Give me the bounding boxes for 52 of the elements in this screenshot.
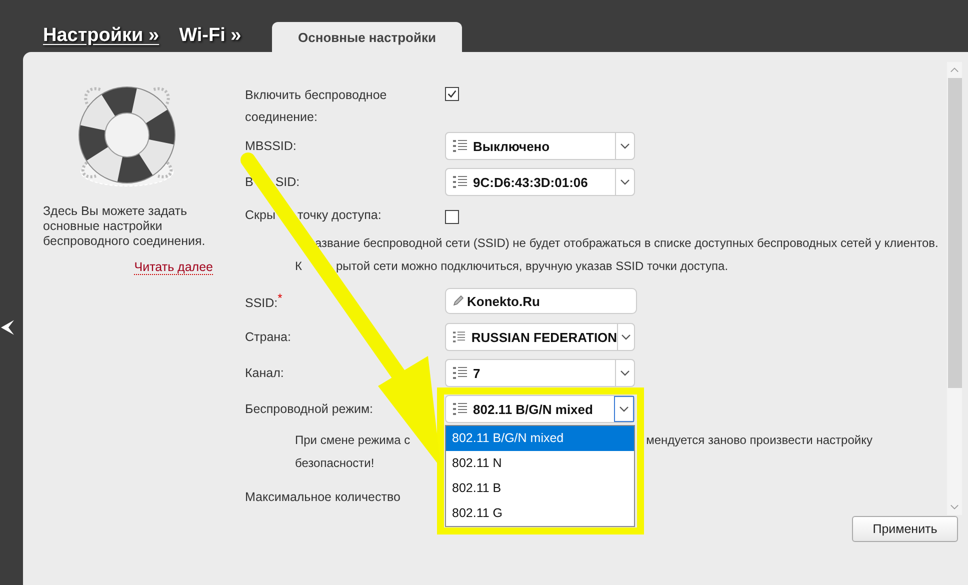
dropdown-option[interactable]: 802.11 B xyxy=(446,476,634,501)
list-icon xyxy=(453,367,467,379)
dropdown[interactable]: RUSSIAN FEDERATION xyxy=(445,323,635,351)
hint-text: При смене режима с xyxy=(295,433,410,447)
dropdown-option[interactable]: 802.11 B/G/N mixed xyxy=(446,426,634,451)
checkbox[interactable] xyxy=(445,87,459,101)
hint-text: рытой сети можно подключиться, вручную указав SSID точки доступа. xyxy=(336,259,728,273)
field-label: Максимальное количество xyxy=(245,490,400,504)
hint-text: мендуется заново произвести настройку xyxy=(646,433,872,447)
field-label: Канал: xyxy=(245,366,284,380)
dropdown-option[interactable]: 802.11 N xyxy=(446,451,634,476)
tab[interactable]: Основные настройки xyxy=(272,22,462,52)
dropdown-option[interactable]: 802.11 G xyxy=(446,501,634,526)
dropdown[interactable]: Выключено xyxy=(445,132,635,160)
back-arrow-icon[interactable] xyxy=(1,320,14,335)
scrollbar-thumb[interactable] xyxy=(948,78,962,388)
chevron-down-icon xyxy=(620,179,630,185)
list-icon xyxy=(453,331,466,343)
scrollbar[interactable] xyxy=(947,62,962,515)
list-icon xyxy=(453,403,467,415)
field-label: Включить беспроводное соединение: xyxy=(245,88,387,124)
breadcrumb-item: Wi-Fi » xyxy=(179,25,242,47)
field-label: Скры xyxy=(245,208,276,222)
hint-text: азвание беспроводной сети (SSID) не будет отображаться в списке доступных беспроводных сетей у клиентов. xyxy=(315,236,938,250)
scroll-up-icon[interactable] xyxy=(950,67,959,73)
field-label: SID: xyxy=(275,175,300,189)
list-icon xyxy=(453,140,467,152)
pencil-icon xyxy=(452,295,464,307)
text-field[interactable]: Konekto.Ru xyxy=(445,288,637,314)
required-mark: * xyxy=(278,291,282,306)
list-icon xyxy=(453,176,467,188)
hint-text: безопасности! xyxy=(295,456,374,470)
field-label: MBSSID: xyxy=(245,139,296,153)
chevron-down-icon xyxy=(619,406,629,412)
chevron-down-icon xyxy=(620,143,630,149)
field-label: точку доступа: xyxy=(297,208,382,222)
scroll-down-icon[interactable] xyxy=(950,504,959,510)
dropdown[interactable]: 9C:D6:43:3D:01:06 xyxy=(445,168,635,196)
dropdown[interactable]: 7 xyxy=(445,359,635,387)
read-more-link[interactable]: Читать далее xyxy=(134,260,213,275)
chevron-down-icon xyxy=(620,370,630,376)
field-label: B xyxy=(245,175,254,189)
hint-text: К xyxy=(295,259,302,273)
help-text: Здесь Вы можете задать основные настройки беспроводного соединения. xyxy=(43,204,206,249)
dropdown[interactable]: 802.11 B/G/N mixed xyxy=(445,395,635,423)
apply-button[interactable]: Применить xyxy=(852,516,958,542)
field-label: Беспроводной режим: xyxy=(245,402,374,416)
breadcrumb-link[interactable]: Настройки » xyxy=(43,25,160,47)
field-label: SSID: xyxy=(245,296,278,311)
checkbox[interactable] xyxy=(445,210,459,224)
field-label: Страна: xyxy=(245,330,291,344)
chevron-down-icon xyxy=(621,334,632,340)
